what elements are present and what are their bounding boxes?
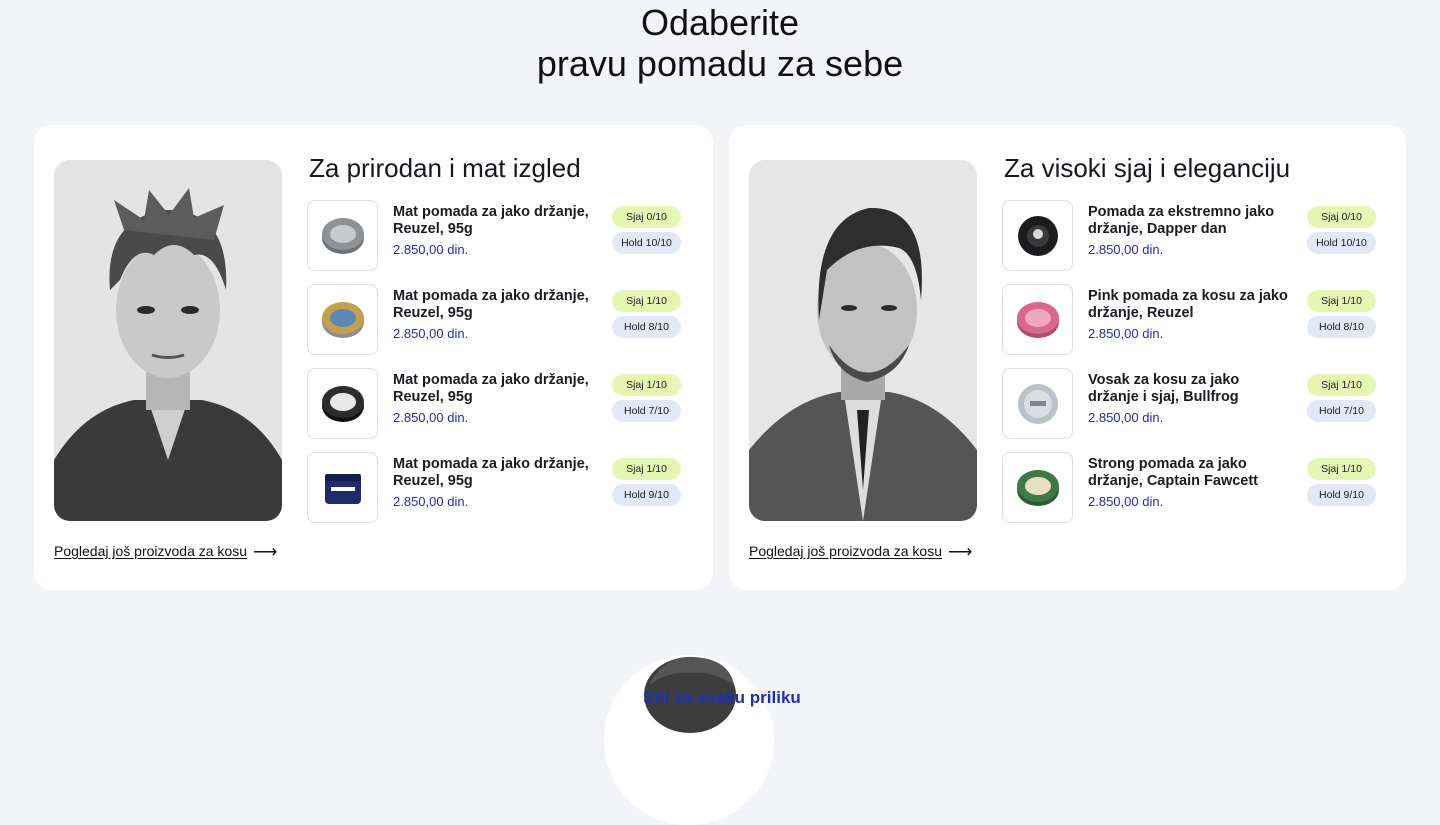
high-shine-card: Za visoki sjaj i eleganciju Pomada za ek… [729, 125, 1406, 590]
more-products-link[interactable]: Pogledaj još proizvoda za kosu ⟶ [749, 542, 972, 561]
product-thumbnail[interactable] [307, 284, 378, 355]
product-thumbnail[interactable] [307, 200, 378, 271]
pomade-jar-icon [324, 473, 361, 504]
hold-badge: Hold 9/10 [612, 484, 681, 506]
product-item[interactable]: Mat pomada za jako držanje, Reuzel, 95g … [307, 200, 707, 271]
portrait-photo [749, 160, 977, 521]
more-products-link[interactable]: Pogledaj još proizvoda za kosu ⟶ [54, 542, 277, 561]
pomade-tin-icon [1017, 383, 1058, 424]
shine-badge: Sjaj 0/10 [1307, 206, 1376, 228]
product-name[interactable]: Mat pomada za jako držanje, Reuzel, 95g [393, 204, 598, 238]
shine-badge: Sjaj 0/10 [612, 206, 681, 228]
pomade-tin-icon [321, 217, 364, 254]
hold-badge: Hold 9/10 [1307, 484, 1376, 506]
pomade-tin-icon [1016, 301, 1059, 338]
product-price: 2.850,00 din. [1088, 326, 1164, 341]
hold-badge: Hold 7/10 [1307, 400, 1376, 422]
page-title: Odaberite pravu pomadu za sebe [0, 2, 1440, 84]
product-name[interactable]: Mat pomada za jako držanje, Reuzel, 95g [393, 456, 598, 490]
arrow-right-icon: ⟶ [948, 542, 973, 561]
product-item[interactable]: Mat pomada za jako držanje, Reuzel, 95g … [307, 452, 707, 523]
pomade-tin-icon [321, 301, 364, 338]
portrait-photo [54, 160, 282, 521]
product-name[interactable]: Strong pomada za jako držanje, Captain F… [1088, 456, 1293, 490]
natural-matte-card: Za prirodan i mat izgled Mat pomada za j… [34, 125, 713, 590]
product-item[interactable]: Pink pomada za kosu za jako držanje, Reu… [1002, 284, 1402, 355]
arrow-right-icon: ⟶ [253, 542, 278, 561]
product-item[interactable]: Strong pomada za jako držanje, Captain F… [1002, 452, 1402, 523]
product-item[interactable]: Mat pomada za jako držanje, Reuzel, 95g … [307, 284, 707, 355]
shine-badge: Sjaj 1/10 [612, 290, 681, 312]
product-name[interactable]: Pink pomada za kosu za jako držanje, Reu… [1088, 288, 1293, 322]
product-name[interactable]: Mat pomada za jako držanje, Reuzel, 95g [393, 288, 598, 322]
card-title: Za prirodan i mat izgled [309, 153, 581, 183]
pomade-tin-icon [1017, 215, 1058, 256]
style-section-image [604, 655, 774, 825]
product-name[interactable]: Mat pomada za jako držanje, Reuzel, 95g [393, 372, 598, 406]
hold-badge: Hold 7/10 [612, 400, 681, 422]
hold-badge: Hold 10/10 [612, 232, 681, 254]
shine-badge: Sjaj 1/10 [612, 374, 681, 396]
pomade-tin-icon [321, 385, 364, 422]
card-title: Za visoki sjaj i eleganciju [1004, 153, 1291, 183]
product-thumbnail[interactable] [1002, 284, 1073, 355]
product-thumbnail[interactable] [1002, 368, 1073, 439]
product-price: 2.850,00 din. [393, 326, 469, 341]
hold-badge: Hold 10/10 [1307, 232, 1376, 254]
product-item[interactable]: Vosak za kosu za jako držanje i sjaj, Bu… [1002, 368, 1402, 439]
product-thumbnail[interactable] [307, 452, 378, 523]
shine-badge: Sjaj 1/10 [1307, 458, 1376, 480]
shine-badge: Sjaj 1/10 [1307, 290, 1376, 312]
shine-badge: Sjaj 1/10 [1307, 374, 1376, 396]
product-price: 2.850,00 din. [1088, 410, 1164, 425]
product-thumbnail[interactable] [1002, 452, 1073, 523]
product-name[interactable]: Vosak za kosu za jako držanje i sjaj, Bu… [1088, 372, 1293, 406]
hold-badge: Hold 8/10 [612, 316, 681, 338]
product-thumbnail[interactable] [307, 368, 378, 439]
product-item[interactable]: Mat pomada za jako držanje, Reuzel, 95g … [307, 368, 707, 439]
shine-badge: Sjaj 1/10 [612, 458, 681, 480]
pomade-tin-icon [1016, 469, 1059, 506]
product-price: 2.850,00 din. [393, 494, 469, 509]
more-products-label[interactable]: Pogledaj još proizvoda za kosu [54, 543, 247, 559]
more-products-label[interactable]: Pogledaj još proizvoda za kosu [749, 543, 942, 559]
product-item[interactable]: Pomada za ekstremno jako držanje, Dapper… [1002, 200, 1402, 271]
page-title-line1: Odaberite [640, 2, 800, 43]
product-thumbnail[interactable] [1002, 200, 1073, 271]
product-price: 2.850,00 din. [1088, 242, 1164, 257]
product-price: 2.850,00 din. [1088, 494, 1164, 509]
product-name[interactable]: Pomada za ekstremno jako držanje, Dapper… [1088, 204, 1293, 238]
product-price: 2.850,00 din. [393, 410, 469, 425]
hold-badge: Hold 8/10 [1307, 316, 1376, 338]
product-price: 2.850,00 din. [393, 242, 469, 257]
style-section-caption: Stil za svaku priliku [643, 688, 801, 707]
page-title-line2: pravu pomadu za sebe [536, 43, 904, 84]
